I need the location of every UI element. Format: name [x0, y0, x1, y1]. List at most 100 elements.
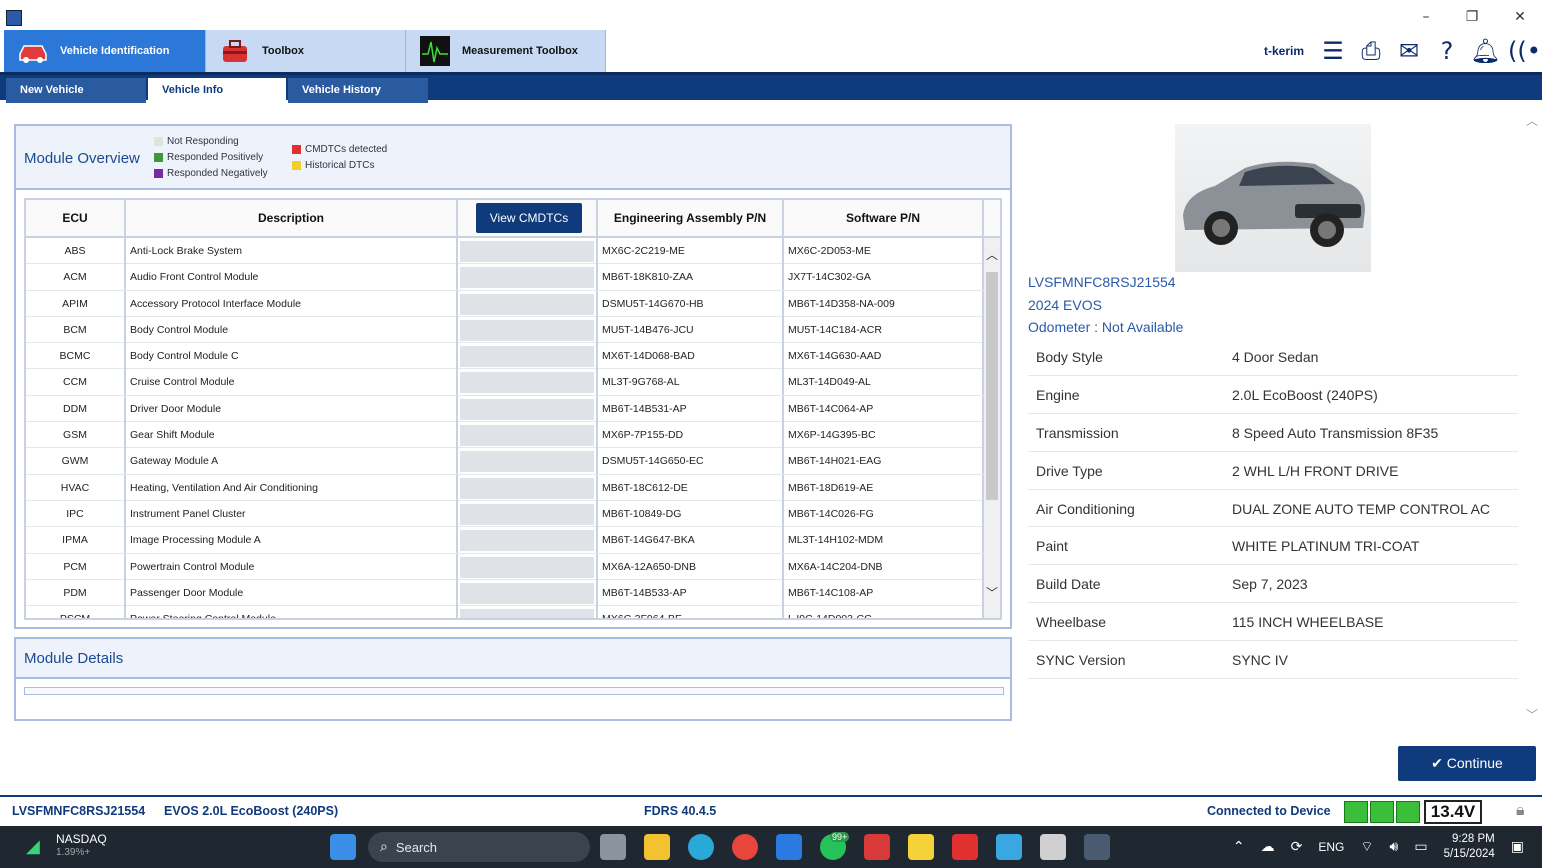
fdrs-icon[interactable]	[1084, 834, 1110, 860]
anydesk-icon[interactable]	[952, 834, 978, 860]
table-header: ECU Description View CMDTCs Engineering …	[26, 200, 1000, 238]
notepad-icon[interactable]	[996, 834, 1022, 860]
vehicle-vin-link[interactable]: LVSFMNFC8RSJ21554	[1028, 274, 1176, 290]
cell-dtc-status	[458, 527, 598, 554]
tab-vehicle-history[interactable]: Vehicle History	[288, 78, 428, 103]
start-icon[interactable]	[330, 834, 356, 860]
printer-icon[interactable]: ⎙	[1356, 36, 1386, 66]
checkmark-icon: ✔	[1431, 755, 1447, 771]
tab-new-vehicle[interactable]: New Vehicle	[6, 78, 146, 103]
cell-description: Passenger Door Module	[126, 579, 458, 606]
edge-icon[interactable]	[688, 834, 714, 860]
column-header-description[interactable]: Description	[126, 200, 458, 236]
spec-label: Drive Type	[1036, 462, 1103, 479]
cell-dtc-status	[458, 316, 598, 343]
stock-widget[interactable]: ◢ NASDAQ 1.39%+	[26, 832, 107, 860]
restore-button[interactable]: ❐	[1452, 6, 1492, 28]
window-titlebar: – ❐ ✕	[0, 0, 1542, 30]
cell-software-pn: MB6T-14C064-AP	[784, 395, 984, 422]
cell-engineering-pn: MB6T-14B531-AP	[598, 395, 784, 422]
view-cmdtcs-button[interactable]: View CMDTCs	[476, 203, 582, 233]
cell-dtc-status	[458, 238, 598, 264]
broadcast-icon[interactable]: ((•))	[1508, 36, 1542, 66]
table-row[interactable]: IPC Instrument Panel Cluster MB6T-10849-DG…	[26, 500, 984, 528]
username[interactable]: t-kerim	[1264, 44, 1304, 58]
table-row[interactable]: CCM Cruise Control Module ML3T-9G768-AL ML3…	[26, 369, 984, 396]
chevron-up-icon[interactable]: ⌃	[1233, 839, 1245, 855]
cloud-icon[interactable]: ☁	[1261, 839, 1275, 855]
table-row[interactable]: HVAC Heating, Ventilation And Air Conditi…	[26, 474, 984, 501]
table-row[interactable]: GSM Gear Shift Module MX6P-7P155-DD MX6P-14…	[26, 422, 984, 449]
cell-dtc-status	[458, 553, 598, 580]
column-header-engineering-pn[interactable]: Engineering Assembly P/N	[598, 200, 784, 236]
tab-vehicle-identification[interactable]: Vehicle Identification	[4, 30, 206, 72]
tab-label: Toolbox	[262, 45, 304, 57]
cell-description: Instrument Panel Cluster	[126, 500, 458, 527]
close-button[interactable]: ✕	[1500, 6, 1540, 28]
bell-icon[interactable]: 🔔︎	[1470, 36, 1500, 66]
table-scrollbar[interactable]: ︿ ﹀	[984, 238, 1000, 618]
spec-value: 4 Door Sedan	[1232, 349, 1319, 365]
dtc-status-fill	[460, 451, 594, 473]
legend-label: Responded Positively	[167, 152, 264, 163]
table-row[interactable]: PSCM Power Steering Control Module MX6C-3F…	[26, 606, 984, 618]
scrollbar-thumb[interactable]	[986, 272, 998, 500]
continue-button[interactable]: ✔ Continue	[1398, 746, 1536, 781]
panel-scroll-down-icon[interactable]: ﹀	[1526, 706, 1538, 723]
column-header-software-pn[interactable]: Software P/N	[784, 200, 984, 236]
cell-ecu: APIM	[26, 290, 126, 317]
tab-measurement-toolbox[interactable]: Measurement Toolbox	[406, 30, 606, 72]
task-view-icon[interactable]	[600, 834, 626, 860]
minimize-button[interactable]: –	[1406, 6, 1446, 28]
table-row[interactable]: PCM Powertrain Control Module MX6A-12A650-…	[26, 553, 984, 580]
stock-change: 1.39%+	[56, 847, 91, 858]
snipping-tool-icon[interactable]	[1040, 834, 1066, 860]
panel-scroll-up-icon[interactable]: ︿	[1526, 112, 1538, 129]
sticky-notes-icon[interactable]	[908, 834, 934, 860]
clock-time: 9:28 PM	[1451, 833, 1495, 845]
table-row[interactable]: ACM Audio Front Control Module MB6T-18K810…	[26, 264, 984, 291]
store-icon[interactable]	[776, 834, 802, 860]
continue-label: Continue	[1446, 755, 1503, 771]
table-row[interactable]: ABS Anti-Lock Brake System MX6C-2C219-ME MX…	[26, 238, 984, 265]
legend-swatch	[292, 145, 301, 154]
toolbox-icon	[218, 36, 252, 66]
app-icon-red[interactable]	[864, 834, 890, 860]
table-row[interactable]: PDM Passenger Door Module MB6T-14B533-AP MB…	[26, 579, 984, 607]
wifi-icon[interactable]: ⌔	[1360, 838, 1373, 856]
spec-value: Sep 7, 2023	[1232, 576, 1308, 593]
cell-ecu: ABS	[26, 238, 126, 264]
mail-icon[interactable]: ✉	[1394, 36, 1424, 66]
table-row[interactable]: BCMC Body Control Module C MX6T-14D068-BAD…	[26, 343, 984, 370]
help-icon[interactable]: ?	[1432, 36, 1462, 66]
language-indicator[interactable]: ENG	[1318, 840, 1344, 854]
column-header-ecu[interactable]: ECU	[26, 200, 126, 236]
clock[interactable]: 9:28 PM 5/15/2024	[1444, 832, 1495, 862]
tab-vehicle-info[interactable]: Vehicle Info	[148, 78, 286, 103]
volume-icon[interactable]: 🔊︎	[1390, 839, 1399, 855]
file-explorer-icon[interactable]	[644, 834, 670, 860]
chrome-icon[interactable]	[732, 834, 758, 860]
spec-label: Air Conditioning	[1036, 500, 1135, 517]
cell-description: Image Processing Module A	[126, 527, 458, 554]
module-table: ECU Description View CMDTCs Engineering …	[24, 198, 1002, 620]
spec-label: Build Date	[1036, 576, 1101, 593]
os-taskbar: ◢ NASDAQ 1.39%+ ⌕ Search 99+ ⌃ ☁ ⟳ ENG ⌔…	[0, 826, 1542, 868]
tab-toolbox[interactable]: Toolbox	[206, 30, 406, 72]
cell-software-pn: MU5T-14C184-ACR	[784, 316, 984, 343]
table-row[interactable]: DDM Driver Door Module MB6T-14B531-AP MB6T-…	[26, 395, 984, 423]
sync-icon[interactable]: ⟳	[1291, 839, 1303, 855]
table-row[interactable]: GWM Gateway Module A DSMU5T-14G650-EC MB6T-…	[26, 448, 984, 475]
scroll-down-icon[interactable]: ﹀	[984, 584, 1000, 601]
table-row[interactable]: BCM Body Control Module MU5T-14B476-JCU MU5…	[26, 316, 984, 344]
scroll-up-icon[interactable]: ︿	[984, 246, 1000, 263]
cell-description: Anti-Lock Brake System	[126, 238, 458, 264]
table-row[interactable]: IPMA Image Processing Module A MB6T-14G647…	[26, 527, 984, 554]
cell-ecu: IPMA	[26, 527, 126, 554]
table-row[interactable]: APIM Accessory Protocol Interface Module D…	[26, 290, 984, 317]
taskbar-search[interactable]: ⌕ Search	[368, 832, 590, 862]
vehicle-spec-table: Body Style 4 Door Sedan Engine 2.0L EcoBoos…	[1028, 338, 1518, 680]
menu-icon[interactable]: ☰	[1318, 36, 1348, 66]
notifications-icon[interactable]: ▣	[1511, 839, 1524, 855]
battery-tray-icon[interactable]: ▭	[1414, 839, 1427, 855]
